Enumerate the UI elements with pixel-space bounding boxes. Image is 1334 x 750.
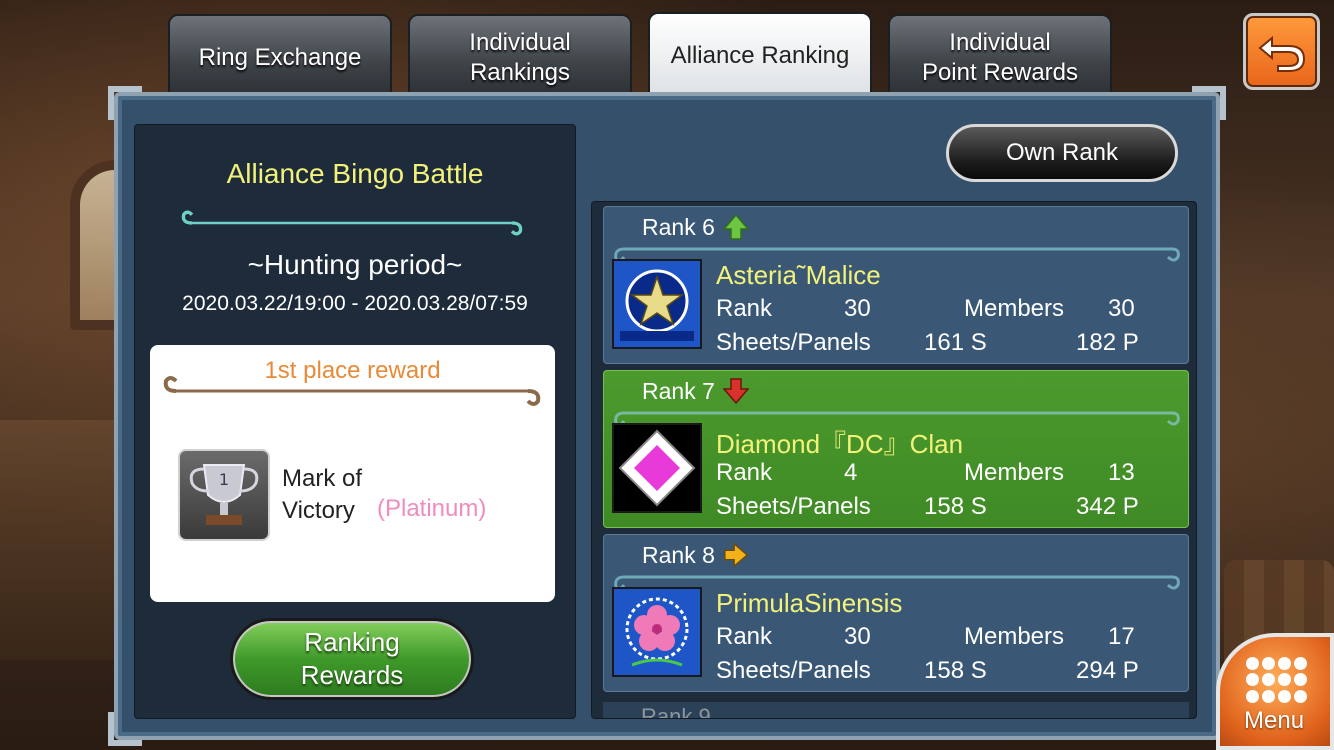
tab-label-line2: Rankings [469, 59, 571, 86]
sheets-value: 158 S [924, 657, 987, 684]
members-value: 30 [1108, 295, 1135, 322]
sheets-value: 161 S [924, 329, 987, 356]
back-button[interactable] [1243, 13, 1320, 90]
period-label: ~Hunting period~ [247, 249, 463, 280]
event-title: Alliance Bingo Battle [226, 158, 484, 189]
arrow-up-icon [722, 213, 749, 240]
members-value: 17 [1108, 623, 1135, 650]
rank-label-text: Rank 8 [642, 541, 715, 568]
tab-alliance-ranking[interactable]: Alliance Ranking [648, 12, 872, 94]
tab-label: Alliance Ranking [670, 42, 850, 69]
reward-tier: (Platinum) [377, 495, 487, 522]
rank-label: Rank 7 [642, 377, 749, 405]
clan-name: PrimulaSinensis [716, 588, 903, 618]
rank-key: Rank [716, 459, 773, 486]
rank-label-text: Rank 6 [642, 213, 715, 240]
tab-individual-rankings[interactable]: Individual Rankings [408, 14, 632, 96]
scroll-divider-icon [181, 210, 523, 236]
sheets-value: 158 S [924, 493, 987, 520]
ranking-list[interactable]: Rank 6 Asteria˜Malice Rank 30 Members 30… [591, 201, 1197, 719]
trophy-icon: 1 [178, 449, 270, 541]
menu-label: Menu [1244, 707, 1305, 734]
panels-value: 294 P [1076, 657, 1139, 684]
panels-value: 182 P [1076, 329, 1139, 356]
rank-key: Rank [716, 623, 773, 650]
tab-label: Ring Exchange [198, 44, 362, 71]
frame-corner [108, 86, 142, 120]
arrow-right-icon [724, 542, 749, 568]
ranking-rewards-button[interactable]: Ranking Rewards [230, 618, 474, 700]
menu-grid-icon [1246, 657, 1307, 703]
background-shelf [0, 420, 120, 660]
ranking-row[interactable]: Rank 8 PrimulaSinensis Rank 30 Members 1… [603, 534, 1189, 692]
rank-label-text: Rank 7 [642, 377, 715, 404]
return-arrow-icon [1257, 35, 1305, 72]
rank-label: Rank 8 [642, 541, 749, 569]
rank-value: 30 [844, 295, 871, 322]
sheets-key: Sheets/Panels [716, 657, 871, 684]
tab-ring-exchange[interactable]: Ring Exchange [168, 14, 392, 96]
members-key: Members [964, 459, 1065, 486]
tab-label-line1: Individual [469, 29, 571, 56]
menu-button[interactable]: Menu [1216, 633, 1334, 750]
clan-name: Diamond『DC』Clan [716, 429, 964, 459]
sheets-key: Sheets/Panels [716, 493, 871, 520]
ranking-row-partial[interactable]: Rank 9 [603, 702, 1189, 719]
rank-key: Rank [716, 295, 773, 322]
period-dates: 2020.03.22/19:00 - 2020.03.28/07:59 [182, 292, 528, 315]
panels-value: 342 P [1076, 493, 1139, 520]
rank-value: 30 [844, 623, 871, 650]
members-value: 13 [1108, 459, 1135, 486]
reward-name: Mark of Victory [282, 463, 362, 527]
tab-label-line1: Individual [949, 29, 1051, 56]
star-emblem-icon [612, 259, 702, 349]
reward-name-line2: Victory [282, 497, 355, 524]
ranking-row[interactable]: Rank 6 Asteria˜Malice Rank 30 Members 30… [603, 206, 1189, 364]
rank-label: Rank 6 [642, 213, 749, 241]
frame-corner [1192, 86, 1226, 120]
diamond-emblem-icon [612, 423, 702, 513]
ranking-row[interactable]: Rank 7 Diamond『DC』Clan Rank 4 Members 13… [603, 370, 1189, 528]
reward-name-line1: Mark of [282, 465, 363, 492]
tab-individual-point-rewards[interactable]: Individual Point Rewards [888, 14, 1112, 96]
button-label-line2: Rewards [300, 660, 404, 690]
arrow-down-icon [722, 378, 749, 405]
members-key: Members [964, 623, 1065, 650]
tab-label-line2: Point Rewards [921, 59, 1079, 86]
members-key: Members [964, 295, 1065, 322]
svg-text:1: 1 [219, 470, 229, 489]
flower-emblem-icon [612, 587, 702, 677]
rank-value: 4 [844, 459, 858, 486]
clan-name: Asteria˜Malice [716, 260, 881, 290]
own-rank-button[interactable]: Own Rank [946, 124, 1178, 182]
rank-label-text: Rank 9 [641, 704, 711, 719]
reward-card: 1st place reward 1 Mark of Victory (Plat… [150, 345, 555, 602]
button-label-line1: Ranking [304, 627, 400, 657]
sheets-key: Sheets/Panels [716, 329, 871, 356]
scroll-divider-icon [163, 376, 541, 406]
